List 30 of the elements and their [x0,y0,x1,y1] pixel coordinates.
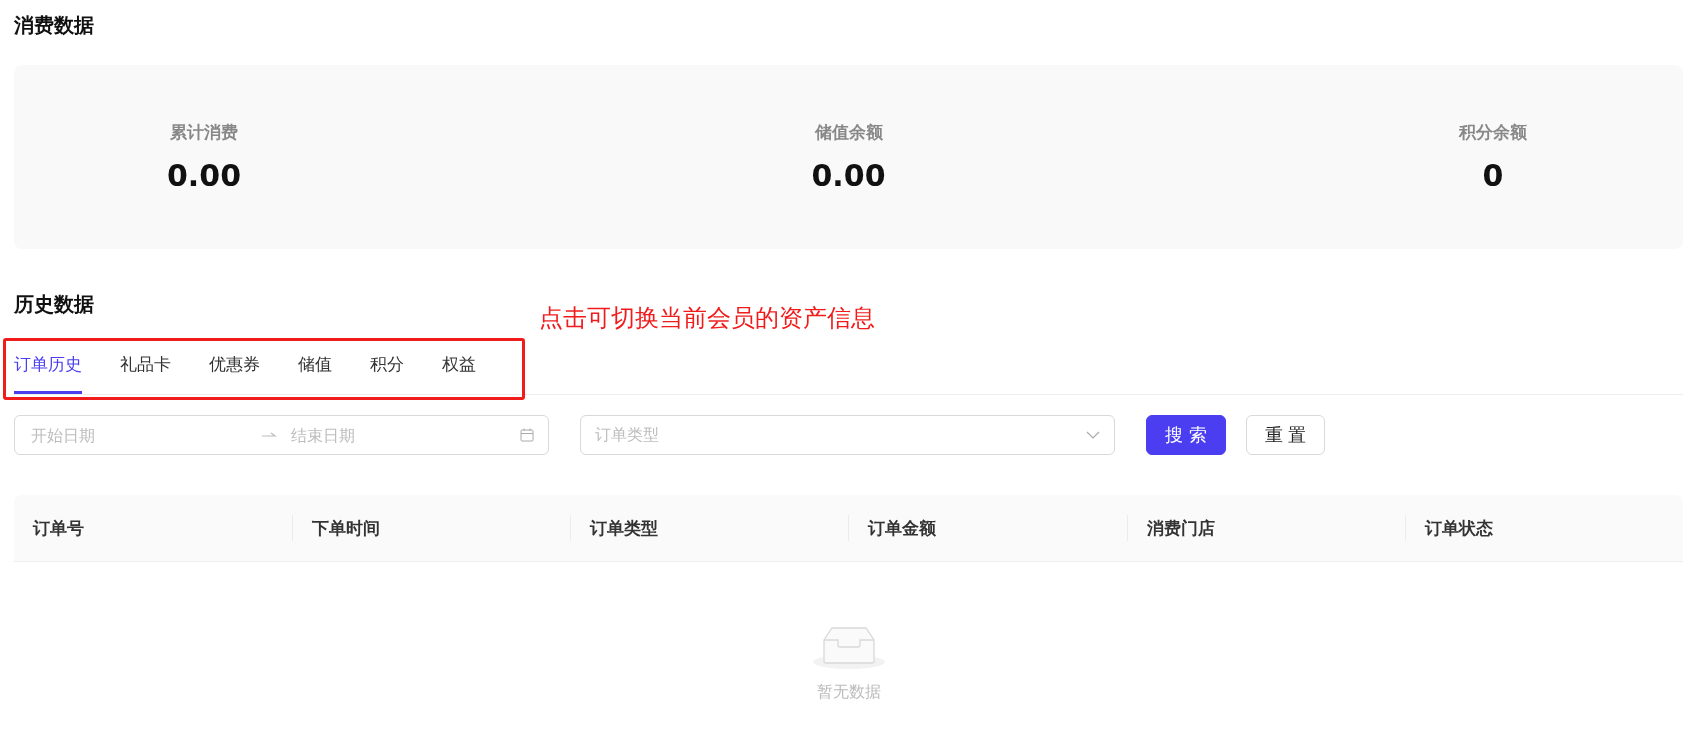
column-header: 下单时间 [312,516,381,540]
column-header: 订单金额 [868,516,937,540]
calendar-icon [520,428,534,442]
end-date-input[interactable]: 结束日期 [288,424,520,446]
stat-label: 积分余额 [1459,121,1527,144]
stat-value: 0.00 [811,158,886,193]
annotation-text: 点击可切换当前会员的资产信息 [539,303,875,334]
reset-button[interactable]: 重 置 [1245,415,1326,455]
stat-label: 储值余额 [814,121,883,144]
column-header: 消费门店 [1146,516,1215,540]
start-date-input[interactable]: 开始日期 [29,424,261,446]
tab[interactable]: 礼品卡 [120,338,171,394]
tab[interactable]: 订单历史 [14,338,82,394]
section-title: 消费数据 [14,12,94,39]
column-header: 订单状态 [1424,516,1493,540]
section-title: 历史数据 [14,291,94,318]
column-header: 订单号 [33,516,84,540]
empty-text: 暂无数据 [816,682,881,703]
search-button[interactable]: 搜 索 [1146,415,1226,455]
stat-value: 0 [1482,158,1504,193]
empty-inbox-icon [811,624,886,670]
tab[interactable]: 储值 [298,338,332,394]
column-header: 订单类型 [590,516,659,540]
tab[interactable]: 优惠券 [209,338,260,394]
stat-value: 0.00 [167,158,241,193]
tab[interactable]: 积分 [370,338,404,394]
chevron-down-icon [1086,431,1100,439]
tab[interactable]: 权益 [442,338,476,394]
date-range-field[interactable]: 开始日期 结束日期 [14,415,549,455]
stat-label: 累计消费 [170,121,238,144]
